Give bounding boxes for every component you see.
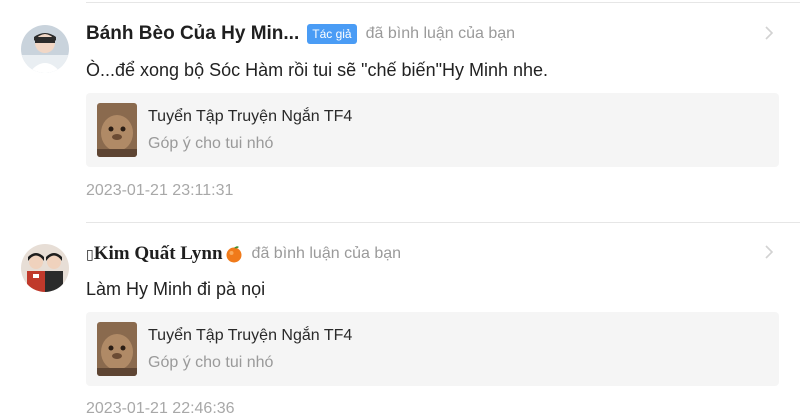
story-thumbnail [97,103,137,157]
story-comment: Góp ý cho tui nhó [148,135,274,152]
story-card[interactable]: Tuyển Tập Truyện Ngắn TF4 Góp ý cho tui … [86,93,779,167]
timestamp: 2023-01-21 23:11:31 [86,182,234,199]
comment-text: Làm Hy Minh đi pà nọi [86,279,266,299]
author-badge: Tác giả [307,24,357,44]
user-name-text: Kim Quất Lynn [93,243,223,264]
top-divider [86,2,800,3]
user-avatar[interactable] [21,25,69,73]
name-prefix-glyph: ▯ [86,247,94,263]
notification-header: ▯Kim Quất Lynn đã bình luận của bạn [86,242,401,266]
user-name[interactable]: ▯Kim Quất Lynn [86,243,223,265]
chevron-right-icon[interactable] [764,244,774,260]
story-title: Tuyển Tập Truyện Ngắn TF4 [148,108,353,125]
chevron-right-icon[interactable] [764,25,774,41]
story-title: Tuyển Tập Truyện Ngắn TF4 [148,327,353,344]
item-divider [86,222,800,223]
story-card[interactable]: Tuyển Tập Truyện Ngắn TF4 Góp ý cho tui … [86,312,779,386]
story-thumbnail [97,322,137,376]
comment-text: Ò...để xong bộ Sóc Hàm rồi tui sẽ "chế b… [86,60,549,80]
user-avatar[interactable] [21,244,69,292]
user-name[interactable]: Bánh Bèo Của Hy Min... [86,23,299,45]
story-comment: Góp ý cho tui nhó [148,354,274,371]
action-text: đã bình luận của bạn [365,25,516,42]
action-text: đã bình luận của bạn [251,245,402,262]
notification-header: Bánh Bèo Của Hy Min... Tác giả đã bình l… [86,22,515,46]
orange-emoji-icon [226,246,242,263]
timestamp: 2023-01-21 22:46:36 [86,400,235,417]
